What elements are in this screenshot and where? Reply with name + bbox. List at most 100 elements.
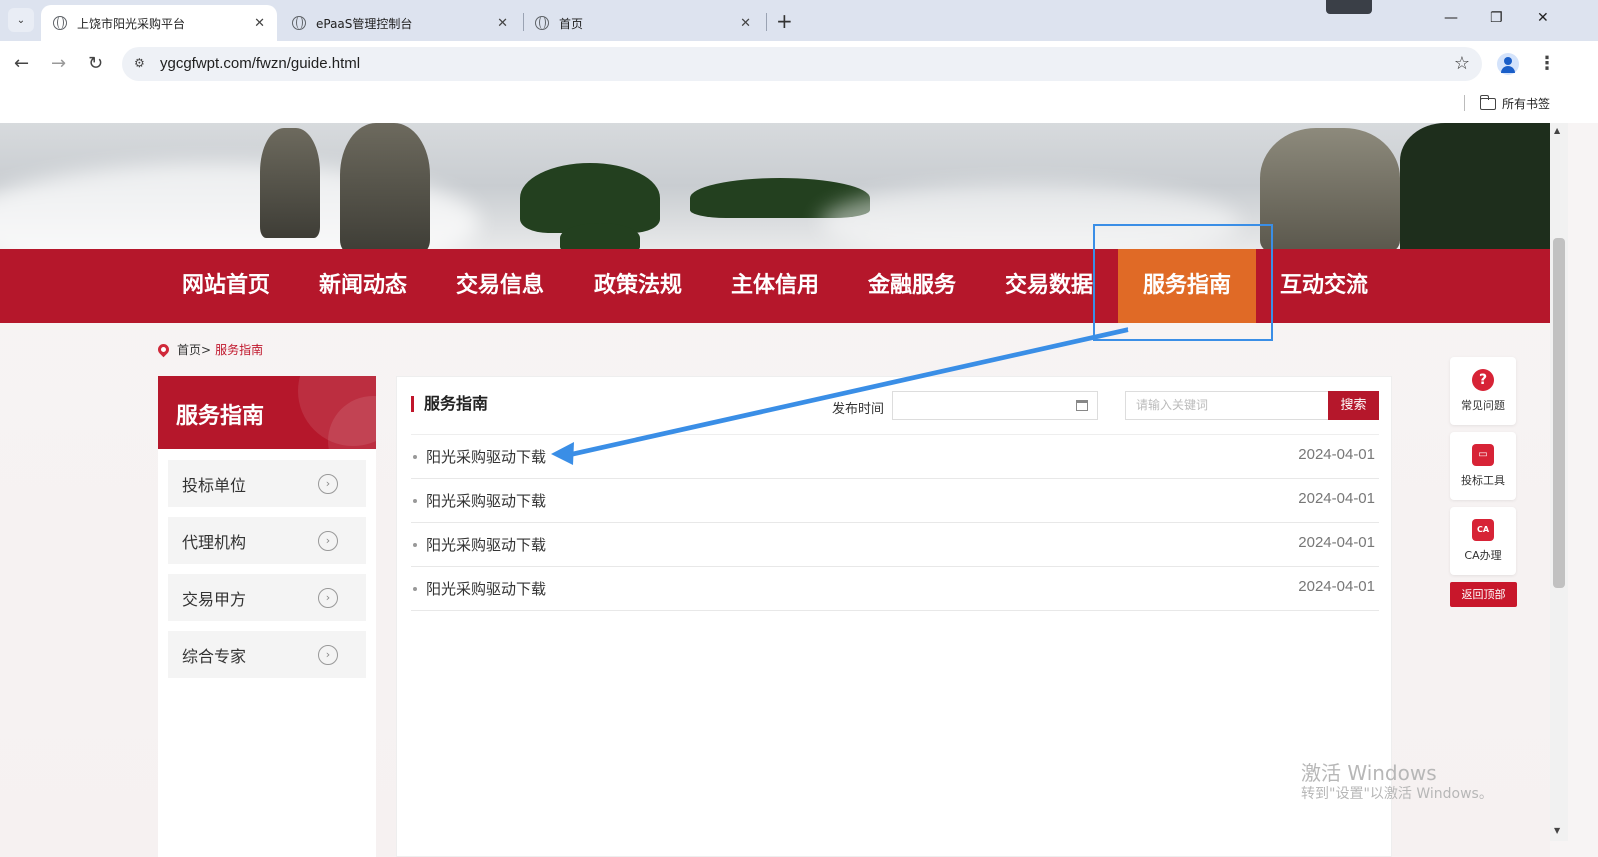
faq-label: 常见问题 bbox=[1461, 399, 1505, 412]
close-icon[interactable]: ✕ bbox=[740, 16, 751, 31]
location-pin-icon bbox=[155, 341, 172, 358]
all-bookmarks-label: 所有书签 bbox=[1502, 97, 1551, 111]
nav-item-trade-info[interactable]: 交易信息 bbox=[444, 249, 556, 323]
browser-tab-active[interactable]: 上饶市阳光采购平台 ✕ bbox=[41, 5, 277, 41]
cast-indicator bbox=[1326, 0, 1372, 14]
question-icon: ? bbox=[1472, 369, 1494, 391]
date-filter-label: 发布时间 bbox=[832, 402, 885, 417]
back-button[interactable]: ← bbox=[14, 53, 29, 74]
list-item[interactable]: 阳光采购驱动下载 2024-04-01 bbox=[411, 523, 1379, 567]
list-item-title[interactable]: 阳光采购驱动下载 bbox=[426, 578, 546, 599]
list-item[interactable]: 阳光采购驱动下载 2024-04-01 bbox=[411, 567, 1379, 611]
chevron-right-icon: › bbox=[318, 530, 338, 551]
chevron-down-icon: ⌄ bbox=[16, 14, 26, 26]
bookmark-star-icon[interactable]: ☆ bbox=[1454, 53, 1470, 74]
new-tab-button[interactable]: + bbox=[776, 9, 793, 33]
sidebar-item-expert[interactable]: 综合专家 › bbox=[168, 631, 366, 678]
windows-watermark-title: 激活 Windows bbox=[1301, 761, 1437, 785]
menu-kebab-icon[interactable]: ⋮ bbox=[1538, 53, 1556, 74]
globe-icon bbox=[53, 16, 67, 30]
back-to-top-button[interactable]: 返回顶部 bbox=[1450, 582, 1517, 607]
bullet-icon bbox=[413, 455, 417, 459]
list-item[interactable]: 阳光采购驱动下载 2024-04-01 bbox=[411, 435, 1379, 479]
search-button[interactable]: 搜索 bbox=[1328, 391, 1379, 420]
breadcrumb-current: 服务指南 bbox=[215, 343, 264, 357]
search-input[interactable]: 请输入关键词 bbox=[1125, 391, 1329, 420]
globe-icon bbox=[292, 16, 306, 30]
list-item-title[interactable]: 阳光采购驱动下载 bbox=[426, 490, 546, 511]
nav-item-home[interactable]: 网站首页 bbox=[170, 249, 282, 323]
scroll-thumb[interactable] bbox=[1553, 238, 1565, 588]
page-content: 网站首页 新闻动态 交易信息 政策法规 主体信用 金融服务 交易数据 服务指南 … bbox=[0, 123, 1550, 857]
main-nav: 网站首页 新闻动态 交易信息 政策法规 主体信用 金融服务 交易数据 服务指南 … bbox=[0, 249, 1550, 323]
list-item-title[interactable]: 阳光采购驱动下载 bbox=[426, 534, 546, 555]
reload-button[interactable]: ↻ bbox=[88, 53, 103, 74]
forward-button[interactable]: → bbox=[51, 53, 66, 74]
tab-separator bbox=[766, 13, 767, 31]
chevron-right-icon: › bbox=[318, 587, 338, 608]
header-banner bbox=[0, 123, 1550, 249]
sidebar-header: 服务指南 bbox=[158, 376, 376, 449]
date-filter-input[interactable] bbox=[892, 391, 1098, 420]
bookmarks-bar: 所有书签 bbox=[0, 87, 1598, 123]
tab-title: ePaaS管理控制台 bbox=[316, 16, 413, 31]
nav-item-credit[interactable]: 主体信用 bbox=[719, 249, 831, 323]
calendar-icon[interactable] bbox=[1076, 400, 1088, 411]
sidebar-item-bidder[interactable]: 投标单位 › bbox=[168, 460, 366, 507]
all-bookmarks-button[interactable]: 所有书签 bbox=[1479, 94, 1551, 112]
breadcrumb: 首页> 服务指南 bbox=[155, 341, 264, 358]
sidebar-item-label: 交易甲方 bbox=[182, 589, 247, 609]
sidebar-item-agency[interactable]: 代理机构 › bbox=[168, 517, 366, 564]
sidebar: 服务指南 投标单位 › 代理机构 › 交易甲方 › 综合专家 › bbox=[158, 376, 376, 857]
window-close-button[interactable]: ✕ bbox=[1537, 10, 1549, 26]
content-panel: 服务指南 发布时间 请输入关键词 搜索 阳光采购驱动下载 2024-04-01 … bbox=[396, 376, 1392, 857]
tab-search-button[interactable]: ⌄ bbox=[8, 8, 34, 32]
scroll-up-icon[interactable]: ▲ bbox=[1554, 126, 1560, 135]
browser-tab[interactable]: 首页 ✕ bbox=[523, 5, 763, 41]
panel-title: 服务指南 bbox=[411, 396, 488, 412]
close-icon[interactable]: ✕ bbox=[254, 16, 265, 31]
list-item-date: 2024-04-01 bbox=[1298, 490, 1375, 507]
list-item[interactable]: 阳光采购驱动下载 2024-04-01 bbox=[411, 479, 1379, 523]
nav-item-news[interactable]: 新闻动态 bbox=[307, 249, 419, 323]
globe-icon bbox=[535, 16, 549, 30]
bullet-icon bbox=[413, 587, 417, 591]
close-icon[interactable]: ✕ bbox=[497, 16, 508, 31]
scroll-down-icon[interactable]: ▼ bbox=[1554, 826, 1560, 835]
browser-tab[interactable]: ePaaS管理控制台 ✕ bbox=[280, 5, 520, 41]
profile-avatar[interactable] bbox=[1497, 53, 1519, 75]
ca-button[interactable]: CA CA办理 bbox=[1450, 507, 1516, 575]
breadcrumb-home[interactable]: 首页> bbox=[177, 341, 211, 358]
bid-tools-label: 投标工具 bbox=[1461, 474, 1505, 487]
faq-button[interactable]: ? 常见问题 bbox=[1450, 357, 1516, 425]
sidebar-item-label: 综合专家 bbox=[182, 646, 247, 666]
bookmarks-separator bbox=[1464, 95, 1465, 111]
browser-tab-bar: ⌄ 上饶市阳光采购平台 ✕ ePaaS管理控制台 ✕ 首页 ✕ + — ❐ ✕ bbox=[0, 0, 1598, 41]
chevron-right-icon: › bbox=[318, 644, 338, 665]
ca-label: CA办理 bbox=[1464, 549, 1502, 562]
nav-item-trade-data[interactable]: 交易数据 bbox=[993, 249, 1105, 323]
nav-item-policy[interactable]: 政策法规 bbox=[582, 249, 694, 323]
list-item-title[interactable]: 阳光采购驱动下载 bbox=[426, 446, 546, 467]
list-item-date: 2024-04-01 bbox=[1298, 534, 1375, 551]
address-bar[interactable]: ⚙ ygcgfwpt.com/fwzn/guide.html ☆ bbox=[122, 47, 1482, 81]
bid-tools-button[interactable]: ▭ 投标工具 bbox=[1450, 432, 1516, 500]
sidebar-title: 服务指南 bbox=[176, 404, 265, 429]
site-info-icon[interactable]: ⚙ bbox=[134, 56, 145, 70]
toolbox-icon: ▭ bbox=[1472, 444, 1494, 466]
nav-item-finance[interactable]: 金融服务 bbox=[856, 249, 968, 323]
nav-item-interaction[interactable]: 互动交流 bbox=[1268, 249, 1380, 323]
bullet-icon bbox=[413, 499, 417, 503]
list-item-date: 2024-04-01 bbox=[1298, 578, 1375, 595]
url-text[interactable]: ygcgfwpt.com/fwzn/guide.html bbox=[160, 55, 360, 72]
maximize-button[interactable]: ❐ bbox=[1490, 10, 1503, 26]
tab-title: 首页 bbox=[559, 16, 584, 31]
sidebar-item-label: 投标单位 bbox=[182, 475, 247, 495]
minimize-button[interactable]: — bbox=[1444, 10, 1458, 26]
sidebar-item-label: 代理机构 bbox=[182, 532, 247, 552]
chevron-right-icon: › bbox=[318, 473, 338, 494]
sidebar-item-purchaser[interactable]: 交易甲方 › bbox=[168, 574, 366, 621]
page-scrollbar[interactable]: ▲ ▼ bbox=[1550, 123, 1568, 841]
folder-icon bbox=[1479, 94, 1496, 110]
annotation-highlight-box bbox=[1093, 224, 1273, 341]
